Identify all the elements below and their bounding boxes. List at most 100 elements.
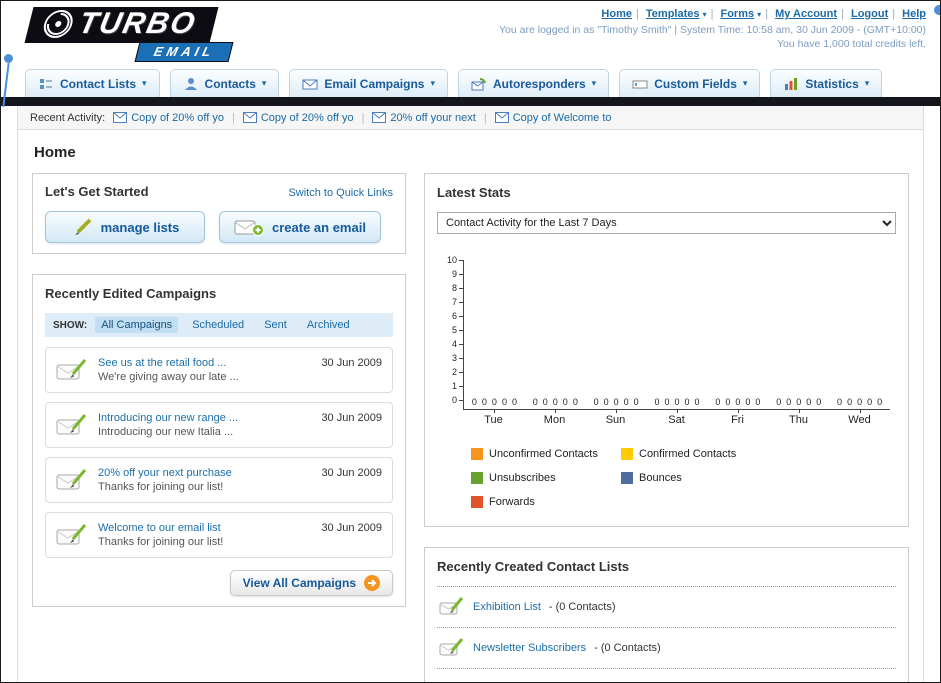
value-label: 0 [877,397,883,407]
header-link-my-account[interactable]: My Account [775,8,837,20]
y-tick: 1 [439,381,463,391]
campaign-title-link[interactable]: Welcome to our email list [98,522,223,534]
value-label: 0 [552,397,558,407]
campaign-subtitle: Introducing our new Italia ... [98,426,234,438]
contact-list-row[interactable]: Newsletter Subscribers - (0 Contacts) [437,628,896,669]
tab-all-campaigns[interactable]: All Campaigns [95,317,179,333]
campaign-row[interactable]: See us at the retail food ... We're givi… [45,347,393,393]
value-label: 0 [481,397,487,407]
view-all-campaigns-button[interactable]: View All Campaigns [229,570,393,596]
value-label: 0 [674,397,680,407]
page-title: Home [34,144,76,161]
header-link-templates[interactable]: Templates [646,8,700,20]
app-logo[interactable]: TURBO EMAIL [24,5,279,62]
contact-list-link[interactable]: Exhibition List [473,601,541,613]
legend-item: Forwards [471,496,621,508]
legend-label: Bounces [639,472,682,484]
legend-label: Confirmed Contacts [639,448,737,460]
campaign-subtitle: Thanks for joining our list! [98,481,224,493]
y-tick: 6 [439,311,463,321]
legend-swatch [471,472,483,484]
manage-lists-label: manage lists [100,219,180,235]
legend-item: Unconfirmed Contacts [471,448,621,460]
campaign-subtitle: We're giving away our late ... [98,371,239,383]
recent-activity-label: Recent Activity: [30,111,106,124]
value-label-group: 00000 [464,397,525,407]
tab-archived[interactable]: Archived [301,317,356,333]
create-email-button[interactable]: create an email [219,211,381,243]
y-tick: 5 [439,325,463,335]
x-axis-label: Sun [585,409,646,426]
link-separator: | [892,8,896,20]
recent-activity-item[interactable]: 20% off your next [372,112,476,124]
nav-tab-contacts[interactable]: Contacts ▾ [169,69,280,97]
legend-item: Bounces [621,472,771,484]
nav-tab-statistics[interactable]: Statistics ▾ [770,69,883,97]
value-label: 0 [715,397,721,407]
logo-text-turbo: TURBO [75,7,200,40]
chevron-down-icon: ▾ [864,78,870,88]
campaign-row[interactable]: 20% off your next purchase Thanks for jo… [45,457,393,503]
y-tick: 4 [439,339,463,349]
value-label: 0 [806,397,812,407]
logo-text-email: EMAIL [152,44,217,59]
stats-period-select[interactable]: Contact Activity for the Last 7 Days [437,212,896,234]
value-label: 0 [857,397,863,407]
turbo-swirl-icon [43,10,73,38]
tab-scheduled[interactable]: Scheduled [186,317,250,333]
campaign-date: 30 Jun 2009 [321,467,382,479]
nav-tab-label: Contact Lists [60,76,137,91]
recent-activity-item[interactable]: Copy of 20% off yo [113,112,224,124]
y-tick: 8 [439,283,463,293]
chevron-down-icon: ▾ [591,78,597,88]
nav-tab-email-campaigns[interactable]: Email Campaigns ▾ [289,69,448,97]
tab-sent[interactable]: Sent [258,317,293,333]
x-axis-label: Sat [646,409,707,426]
value-label-group: 00000 [768,397,829,407]
nav-tab-autoresponders[interactable]: Autoresponders ▾ [457,69,610,97]
top-links: Home | Templates ▾ | Forms ▾ | My Account | … [499,8,926,20]
value-label: 0 [694,397,700,407]
contact-lists-icon [40,78,52,89]
campaign-title-link[interactable]: 20% off your next purchase [98,467,232,479]
contact-lists-title: Recently Created Contact Lists [437,559,630,574]
value-label: 0 [532,397,538,407]
show-label: SHOW: [53,319,88,331]
y-tick: 0 [439,395,463,405]
contact-list-link[interactable]: Newsletter Subscribers [473,642,586,654]
recent-activity-item[interactable]: Copy of 20% off yo [242,112,354,124]
campaign-title-link[interactable]: Introducing our new range ... [98,412,238,424]
x-axis-label: Thu [768,409,829,426]
legend-label: Unsubscribes [489,472,556,484]
contact-list-row[interactable]: Exhibition List - (0 Contacts) [437,587,896,628]
y-tick: 2 [439,367,463,377]
campaign-row[interactable]: Introducing our new range ... Introducin… [45,402,393,448]
switch-to-quick-links[interactable]: Switch to Quick Links [288,187,393,199]
header-link-forms[interactable]: Forms [720,8,754,20]
value-label: 0 [837,397,843,407]
x-axis-label: Fri [707,409,768,426]
nav-tab-custom-fields[interactable]: Custom Fields ▾ [619,69,761,97]
campaign-title-link[interactable]: See us at the retail food ... [98,357,239,369]
nav-tab-contact-lists[interactable]: Contact Lists ▾ [25,69,160,97]
value-label: 0 [511,397,517,407]
link-separator: | [635,8,639,20]
value-label: 0 [755,397,761,407]
header: TURBO EMAIL Home | Templates ▾ | Forms ▾ | … [1,1,940,63]
chart-legend: Unconfirmed Contacts Confirmed Contacts Un… [471,448,896,508]
recent-activity-item[interactable]: Copy of Welcome to [494,112,612,124]
get-started-title: Let's Get Started [45,184,149,199]
header-link-help[interactable]: Help [902,8,926,20]
chevron-down-icon: ▾ [261,78,267,88]
header-link-logout[interactable]: Logout [851,8,888,20]
chart-plot-area: 00000000000000000000000000000000000 [463,260,890,410]
campaign-row[interactable]: Welcome to our email list Thanks for joi… [45,512,393,558]
recent-activity-link: Copy of 20% off yo [131,111,224,124]
manage-lists-button[interactable]: manage lists [45,211,205,243]
value-label: 0 [593,397,599,407]
chevron-down-icon: ▾ [742,78,748,88]
header-link-home[interactable]: Home [601,8,632,20]
chart-y-axis: 10 9 8 7 6 5 4 3 2 1 0 [439,255,463,405]
value-label: 0 [664,397,670,407]
envelope-pencil-icon [56,414,87,435]
